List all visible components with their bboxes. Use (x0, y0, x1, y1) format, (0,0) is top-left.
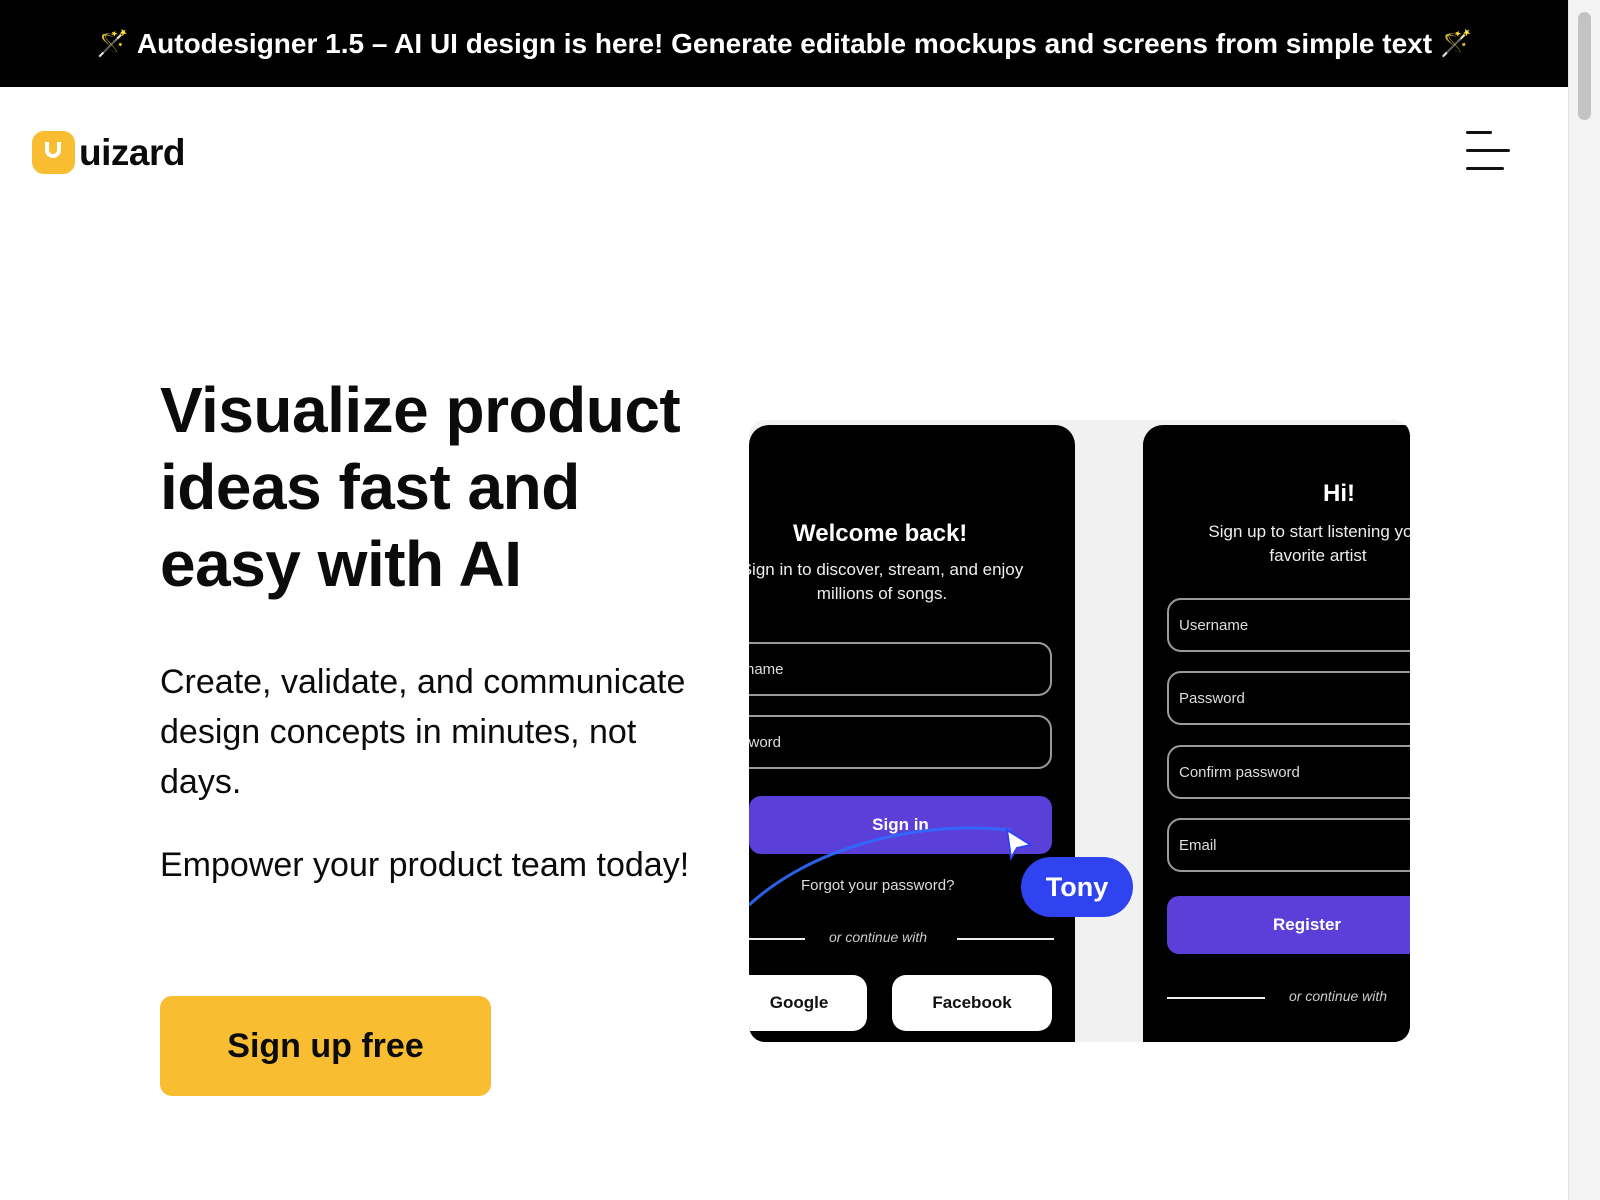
hero-headline: Visualize product ideas fast and easy wi… (160, 374, 681, 600)
announcement-bar[interactable]: 🪄 Autodesigner 1.5 – AI UI design is her… (0, 0, 1569, 87)
scrollbar-thumb[interactable] (1578, 12, 1591, 120)
logo-text: uizard (79, 131, 185, 173)
logo-mark-icon (32, 131, 75, 174)
logo[interactable]: uizard (32, 131, 185, 174)
hero-lead-secondary: Empower your product team today! (160, 846, 690, 884)
hamburger-menu-icon[interactable] (1466, 128, 1510, 174)
cursor-trail (749, 826, 1034, 907)
sign-up-free-button[interactable]: Sign up free (160, 996, 491, 1096)
hero-lead: Create, validate, and communicate design… (160, 663, 686, 801)
announcement-text[interactable]: Autodesigner 1.5 – AI UI design is here!… (137, 28, 1432, 60)
magic-wand-icon: 🪄 (96, 28, 129, 58)
page-scrollbar[interactable] (1568, 0, 1600, 1200)
cursor-name-tag: Tony (1021, 857, 1133, 917)
magic-wand-icon: 🪄 (1440, 28, 1473, 58)
product-preview-image: Welcome back! Sign in to discover, strea… (749, 420, 1410, 1042)
pointer-cursor-icon (1005, 828, 1034, 861)
